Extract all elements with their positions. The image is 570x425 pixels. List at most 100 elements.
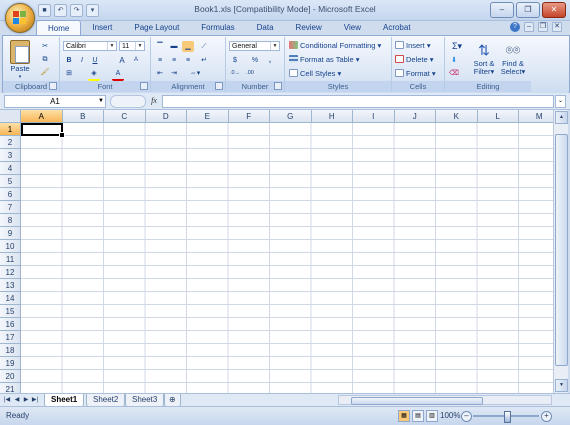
cell-styles-button[interactable]: Cell Styles ▾ xyxy=(289,69,341,79)
row-header-5[interactable]: 5 xyxy=(0,175,21,188)
column-header-l[interactable]: L xyxy=(477,110,519,123)
column-header-a[interactable]: A xyxy=(21,110,63,123)
delete-cells-button[interactable]: Delete ▾ xyxy=(395,55,434,65)
decrease-indent-icon[interactable]: ⇤ xyxy=(154,68,166,79)
zoom-out-icon[interactable]: – xyxy=(461,411,472,422)
row-header-20[interactable]: 20 xyxy=(0,370,21,383)
borders-icon[interactable]: ⊞ xyxy=(63,68,75,79)
column-header-d[interactable]: D xyxy=(145,110,187,123)
orientation-icon[interactable]: ⟋ xyxy=(198,41,210,52)
first-sheet-icon[interactable]: |◀ xyxy=(3,396,11,404)
workbook-restore-icon[interactable]: ❐ xyxy=(538,22,548,32)
copy-icon[interactable]: ⧉ xyxy=(39,54,51,65)
column-header-h[interactable]: H xyxy=(311,110,353,123)
number-format-select[interactable]: General ▼ xyxy=(229,41,280,51)
sort-filter-button[interactable]: ⇅ Sort & Filter▾ xyxy=(471,40,497,76)
alignment-launcher-icon[interactable] xyxy=(215,82,223,90)
row-header-12[interactable]: 12 xyxy=(0,266,21,279)
format-painter-icon[interactable]: 🖌 xyxy=(39,67,51,78)
row-header-1[interactable]: 1 xyxy=(0,123,21,136)
prev-sheet-icon[interactable]: ◀ xyxy=(13,396,21,404)
find-select-button[interactable]: ⌾⌾ Find & Select▾ xyxy=(499,40,527,76)
fill-color-icon[interactable]: ◈ xyxy=(88,68,100,81)
align-bottom-icon[interactable]: ▁ xyxy=(182,41,194,52)
scroll-up-icon[interactable]: ▲ xyxy=(555,111,568,124)
name-box[interactable]: A1 ▼ xyxy=(4,95,106,108)
vertical-scrollbar[interactable]: ▲ ▼ xyxy=(553,110,568,393)
format-cells-button[interactable]: Format ▾ xyxy=(395,69,436,79)
conditional-formatting-button[interactable]: Conditional Formatting ▾ xyxy=(289,41,381,51)
align-left-icon[interactable]: ≡ xyxy=(154,55,166,66)
zoom-slider-thumb[interactable] xyxy=(504,411,511,423)
page-layout-view-icon[interactable]: ▤ xyxy=(412,410,424,422)
row-header-11[interactable]: 11 xyxy=(0,253,21,266)
horizontal-scroll-thumb[interactable] xyxy=(351,397,483,405)
close-button[interactable]: ✕ xyxy=(542,2,566,18)
fill-icon[interactable]: ⬇ xyxy=(448,55,460,66)
select-all-button[interactable] xyxy=(0,110,21,123)
comma-button[interactable]: , xyxy=(264,55,276,66)
merge-center-icon[interactable]: ⇔▾ xyxy=(186,68,204,79)
insert-function-button[interactable]: fx xyxy=(148,95,160,106)
row-header-7[interactable]: 7 xyxy=(0,201,21,214)
clipboard-launcher-icon[interactable] xyxy=(49,82,57,90)
underline-button[interactable]: U xyxy=(89,55,101,66)
font-color-button[interactable]: A xyxy=(112,68,124,81)
tab-page-layout[interactable]: Page Layout xyxy=(123,20,190,35)
shrink-font-button[interactable]: A xyxy=(130,55,142,66)
row-header-18[interactable]: 18 xyxy=(0,344,21,357)
row-header-14[interactable]: 14 xyxy=(0,292,21,305)
align-center-icon[interactable]: ≡ xyxy=(168,55,180,66)
currency-button[interactable]: $ xyxy=(229,55,241,66)
font-launcher-icon[interactable] xyxy=(140,82,148,90)
workbook-close-icon[interactable]: ✕ xyxy=(552,22,562,32)
tab-data[interactable]: Data xyxy=(246,20,285,35)
row-header-4[interactable]: 4 xyxy=(0,162,21,175)
row-header-21[interactable]: 21 xyxy=(0,383,21,393)
column-header-k[interactable]: K xyxy=(436,110,478,123)
worksheet-grid[interactable]: ABCDEFGHIJKLM 1 2 3 4 5 6 7 8 9 10 11 12 13 14 15 16 17 1… xyxy=(0,110,560,393)
row-header-8[interactable]: 8 xyxy=(0,214,21,227)
column-header-j[interactable]: J xyxy=(394,110,436,123)
column-header-g[interactable]: G xyxy=(270,110,312,123)
tab-review[interactable]: Review xyxy=(285,20,333,35)
tab-view[interactable]: View xyxy=(333,20,372,35)
align-middle-icon[interactable]: ▬ xyxy=(168,41,180,52)
tab-acrobat[interactable]: Acrobat xyxy=(372,20,422,35)
scroll-down-icon[interactable]: ▼ xyxy=(555,379,568,392)
row-header-6[interactable]: 6 xyxy=(0,188,21,201)
row-header-3[interactable]: 3 xyxy=(0,149,21,162)
row-header-13[interactable]: 13 xyxy=(0,279,21,292)
tab-formulas[interactable]: Formulas xyxy=(190,20,245,35)
font-name-select[interactable]: Calibri ▼ xyxy=(63,41,117,51)
formula-bar-resize-handle[interactable] xyxy=(110,95,146,108)
bold-button[interactable]: B xyxy=(63,55,75,66)
normal-view-icon[interactable]: ▦ xyxy=(398,410,410,422)
row-header-9[interactable]: 9 xyxy=(0,227,21,240)
page-break-preview-icon[interactable]: ▥ xyxy=(426,410,438,422)
format-as-table-button[interactable]: Format as Table ▾ xyxy=(289,55,360,65)
cell-grid[interactable] xyxy=(21,123,560,393)
align-right-icon[interactable]: ≡ xyxy=(182,55,194,66)
workbook-minimize-icon[interactable]: – xyxy=(524,22,534,32)
increase-indent-icon[interactable]: ⇥ xyxy=(168,68,180,79)
tab-home[interactable]: Home xyxy=(36,20,82,36)
percent-button[interactable]: % xyxy=(249,55,261,66)
cut-icon[interactable]: ✂ xyxy=(39,41,51,52)
minimize-button[interactable]: – xyxy=(490,2,514,18)
row-header-15[interactable]: 15 xyxy=(0,305,21,318)
italic-button[interactable]: I xyxy=(76,55,88,66)
grow-font-button[interactable]: A xyxy=(116,55,128,66)
row-header-16[interactable]: 16 xyxy=(0,318,21,331)
align-top-icon[interactable]: ▔ xyxy=(154,41,166,52)
row-header-17[interactable]: 17 xyxy=(0,331,21,344)
number-launcher-icon[interactable] xyxy=(274,82,282,90)
row-header-19[interactable]: 19 xyxy=(0,357,21,370)
wrap-text-icon[interactable]: ↵ xyxy=(198,55,210,66)
column-header-b[interactable]: B xyxy=(62,110,104,123)
column-header-i[interactable]: I xyxy=(353,110,395,123)
restore-button[interactable]: ❐ xyxy=(516,2,540,18)
row-header-10[interactable]: 10 xyxy=(0,240,21,253)
active-cell[interactable] xyxy=(21,123,65,138)
help-icon[interactable]: ? xyxy=(510,22,520,32)
